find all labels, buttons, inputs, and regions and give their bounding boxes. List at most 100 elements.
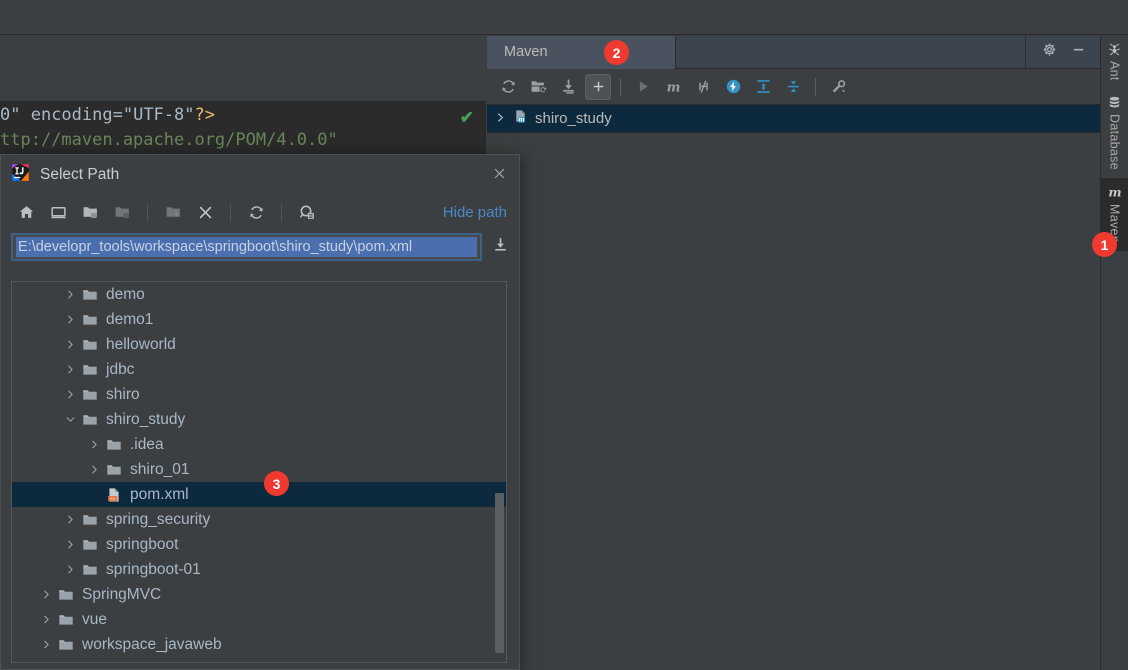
maven-project-icon: m [513,109,528,128]
sidebar-item-database-label: Database [1107,113,1122,170]
tree-item[interactable]: spring_security [12,507,506,532]
refresh-icon[interactable] [245,201,267,223]
maven-project-label: shiro_study [535,110,612,127]
maven-toolbar: m [487,69,1100,105]
tree-item-label: demo1 [106,310,154,328]
new-folder-icon[interactable] [162,201,184,223]
delete-icon[interactable] [194,201,216,223]
expand-all-icon[interactable] [750,74,776,100]
maven-settings-icon[interactable] [825,74,851,100]
folder-icon [106,462,122,478]
add-maven-project-icon[interactable] [585,73,611,100]
folder-icon [82,537,98,553]
tree-item-label: springboot [106,535,179,553]
maven-tab-label: Maven [504,44,548,60]
download-arrow-icon[interactable] [492,236,509,258]
tree-item[interactable]: workspace_spring5 [12,657,506,663]
tree-item-label: workspace_spring5 [82,662,216,663]
project-folder-icon[interactable] [79,201,101,223]
hide-path-link[interactable]: Hide path [443,204,507,221]
database-icon [1107,95,1122,110]
folder-icon [58,637,74,653]
tree-item[interactable]: demo [12,282,506,307]
sidebar-item-database[interactable]: Database [1101,89,1128,178]
chevron-right-icon[interactable] [64,563,77,576]
module-folder-icon[interactable] [111,201,133,223]
show-hidden-icon[interactable] [296,201,318,223]
chevron-right-icon[interactable] [495,110,506,127]
right-tool-window-stripe: Ant Database m Maven [1100,36,1128,670]
svg-text:<>: <> [110,497,116,502]
run-icon[interactable] [630,74,656,100]
chevron-right-icon[interactable] [40,613,53,626]
tree-item[interactable]: SpringMVC [12,582,506,607]
folder-icon [82,512,98,528]
tree-item[interactable]: shiro_01 [12,457,506,482]
close-icon[interactable] [492,166,507,184]
tree-item[interactable]: shiro_study [12,407,506,432]
sidebar-item-ant[interactable]: Ant [1101,36,1128,89]
maven-tree-separator [487,132,1100,133]
folder-icon [106,437,122,453]
folder-icon [82,312,98,328]
tree-item[interactable]: springboot-01 [12,557,506,582]
callout-badge-3: 3 [264,471,289,496]
chevron-right-icon[interactable] [64,538,77,551]
path-input-wrapper[interactable]: E:\developr_tools\workspace\springboot\s… [11,233,482,261]
tree-item[interactable]: jdbc [12,357,506,382]
svg-text:m: m [518,117,524,124]
chevron-right-icon[interactable] [64,313,77,326]
tree-item-label: SpringMVC [82,585,162,603]
intellij-idea-icon [11,163,30,187]
tree-item-label: shiro_01 [130,460,190,478]
select-path-dialog: Select Path Hide path E:\developr_tools\… [0,154,520,670]
folder-icon [58,612,74,628]
minimize-icon[interactable] [1071,42,1086,62]
chevron-right-icon[interactable] [64,363,77,376]
tree-item-label: workspace_javaweb [82,635,222,653]
tree-item[interactable]: .idea [12,432,506,457]
generate-sources-icon[interactable] [525,74,551,100]
chevron-right-icon[interactable] [40,588,53,601]
tree-item[interactable]: workspace_javaweb [12,632,506,657]
maven-tool-window-tab[interactable]: Maven [487,35,676,69]
tree-item[interactable]: shiro [12,382,506,407]
toggle-offline-icon[interactable] [690,74,716,100]
maven-tree-row[interactable]: m shiro_study [487,105,1100,132]
toggle-skip-tests-icon[interactable] [720,74,746,100]
checkmark-icon[interactable]: ✔ [460,108,474,128]
collapse-all-icon[interactable] [780,74,806,100]
desktop-icon[interactable] [47,201,69,223]
chevron-right-icon[interactable] [40,638,53,651]
folder-icon [82,337,98,353]
execute-goal-icon[interactable]: m [660,74,686,100]
code-token: encoding [30,105,113,125]
reimport-icon[interactable] [495,74,521,100]
chevron-right-icon[interactable] [88,438,101,451]
editor-pane[interactable]: 0" encoding="UTF-8"?> ttp://maven.apache.… [0,36,486,190]
tree-item[interactable]: vue [12,607,506,632]
home-icon[interactable] [15,201,37,223]
tree-item[interactable]: demo1 [12,307,506,332]
chevron-right-icon[interactable] [64,288,77,301]
chevron-right-icon[interactable] [88,463,101,476]
tree-scrollbar-track[interactable] [495,283,505,662]
pom-xml-tree-item[interactable]: <> pom.xml [12,482,506,507]
path-input[interactable]: E:\developr_tools\workspace\springboot\s… [16,237,477,257]
tree-item-label: pom.xml [130,485,189,503]
download-sources-icon[interactable] [555,74,581,100]
chevron-right-icon[interactable] [64,513,77,526]
tree-item[interactable]: springboot [12,532,506,557]
dialog-title: Select Path [40,165,120,183]
chevron-down-icon[interactable] [64,413,77,426]
code-token: 0" [0,105,31,125]
tree-scrollbar-thumb[interactable] [495,493,504,653]
maven-project-tree[interactable]: m shiro_study [487,105,1100,670]
file-tree[interactable]: demo demo1 helloworld jdbc shiro shiro_study.… [11,281,507,663]
chevron-right-icon[interactable] [64,388,77,401]
chevron-right-icon[interactable] [64,338,77,351]
maven-header-spacer [676,36,1025,69]
folder-icon [82,387,98,403]
tree-item[interactable]: helloworld [12,332,506,357]
gear-icon[interactable] [1042,42,1057,62]
